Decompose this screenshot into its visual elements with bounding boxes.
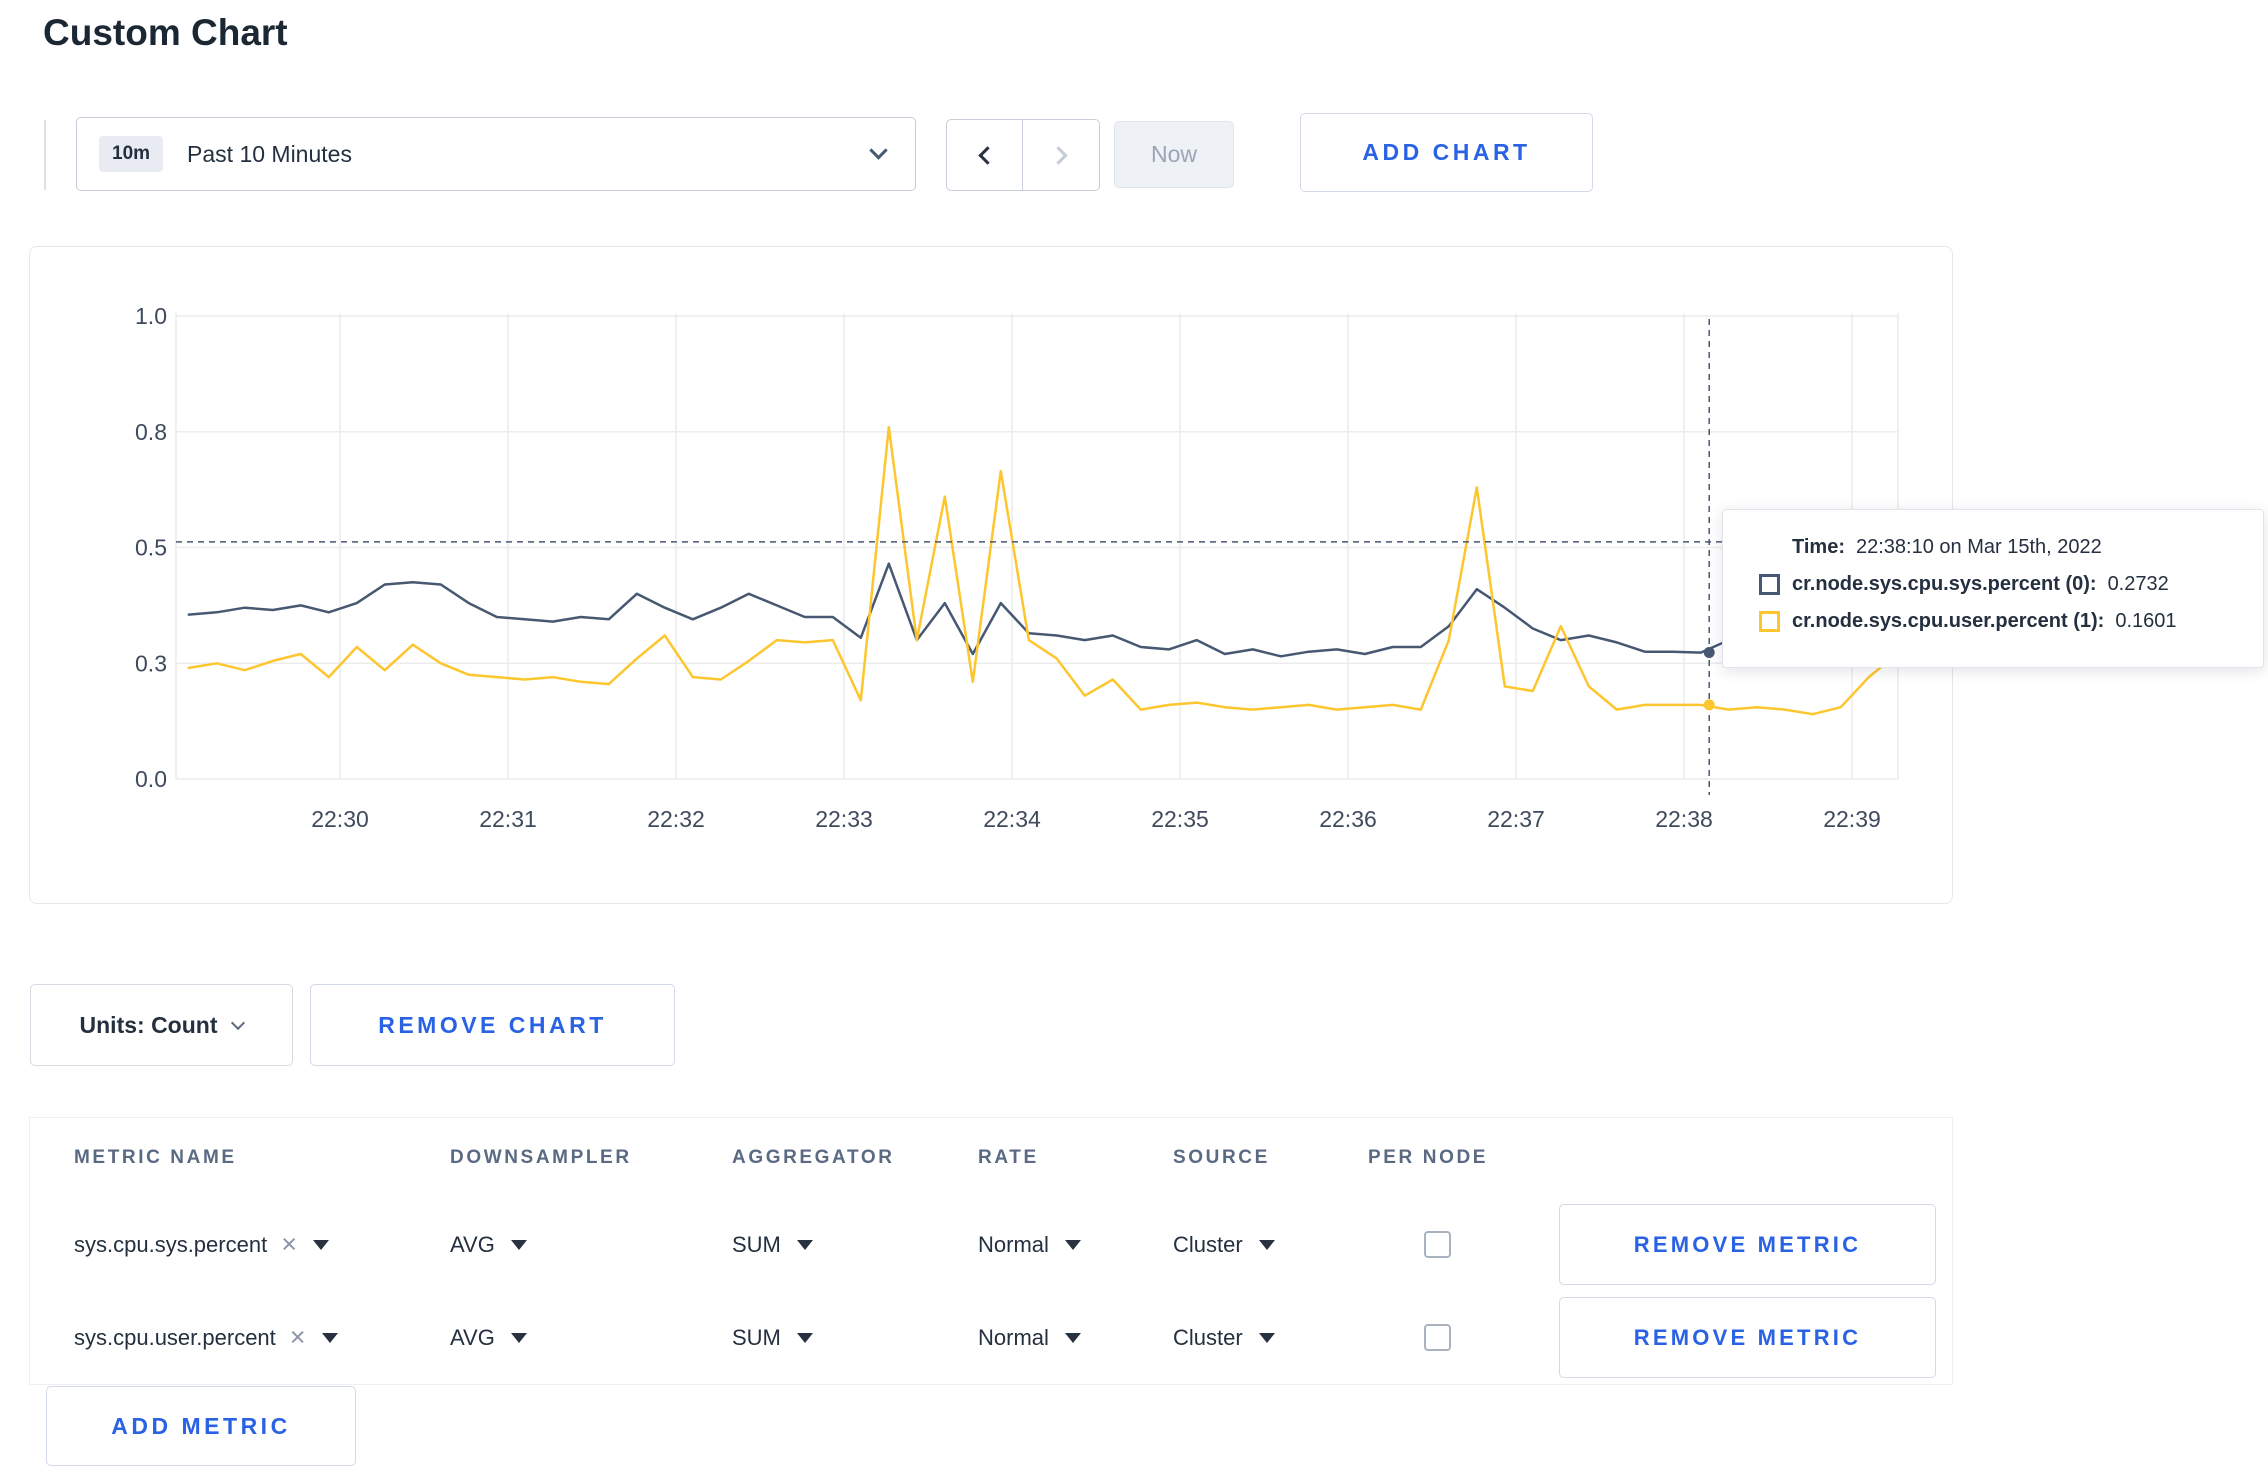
- chevron-down-icon: [231, 1015, 246, 1031]
- remove-metric-button[interactable]: REMOVE METRIC: [1559, 1204, 1936, 1285]
- svg-text:22:37: 22:37: [1487, 806, 1545, 832]
- col-header-metric-name: METRIC NAME: [74, 1147, 237, 1168]
- caret-down-icon: [312, 1239, 329, 1250]
- svg-text:22:38: 22:38: [1655, 806, 1713, 832]
- chevron-left-icon: [977, 145, 997, 165]
- downsampler-select[interactable]: AVG: [450, 1325, 732, 1351]
- metric-name-value: sys.cpu.sys.percent: [74, 1231, 268, 1257]
- col-header-per-node: PER NODE: [1368, 1147, 1489, 1168]
- tooltip-series-row: cr.node.sys.cpu.sys.percent (0): 0.2732: [1759, 573, 2235, 596]
- add-chart-button[interactable]: ADD CHART: [1300, 113, 1593, 192]
- col-header-downsampler: DOWNSAMPLER: [450, 1147, 632, 1168]
- rate-select[interactable]: Normal: [978, 1232, 1173, 1258]
- metric-name-select[interactable]: sys.cpu.sys.percent ×: [74, 1231, 450, 1258]
- svg-text:22:33: 22:33: [815, 806, 873, 832]
- time-range-select[interactable]: 10m Past 10 Minutes: [76, 117, 916, 191]
- svg-text:0.8: 0.8: [135, 419, 167, 445]
- source-value: Cluster: [1173, 1324, 1243, 1350]
- col-header-aggregator: AGGREGATOR: [732, 1147, 895, 1168]
- aggregator-value: SUM: [732, 1324, 781, 1350]
- svg-text:0.0: 0.0: [135, 766, 167, 792]
- caret-down-icon: [1258, 1239, 1275, 1250]
- aggregator-value: SUM: [732, 1231, 781, 1257]
- caret-down-icon: [510, 1239, 527, 1250]
- remove-chart-button[interactable]: REMOVE CHART: [310, 984, 675, 1066]
- per-node-checkbox[interactable]: [1424, 1231, 1451, 1258]
- metric-name-value: sys.cpu.user.percent: [74, 1324, 276, 1350]
- rate-value: Normal: [978, 1324, 1049, 1350]
- time-range-label: Past 10 Minutes: [187, 140, 352, 167]
- time-nav-group: [946, 119, 1100, 191]
- tooltip-series-label: cr.node.sys.cpu.sys.percent (0):: [1792, 573, 2097, 595]
- caret-down-icon: [796, 1332, 813, 1343]
- units-select[interactable]: Units: Count: [30, 984, 293, 1066]
- clear-metric-icon[interactable]: ×: [290, 1324, 306, 1351]
- col-header-source: SOURCE: [1173, 1147, 1270, 1168]
- source-select[interactable]: Cluster: [1173, 1232, 1368, 1258]
- downsampler-value: AVG: [450, 1324, 495, 1350]
- rate-select[interactable]: Normal: [978, 1325, 1173, 1351]
- caret-down-icon: [1064, 1239, 1081, 1250]
- source-select[interactable]: Cluster: [1173, 1325, 1368, 1351]
- caret-down-icon: [510, 1332, 527, 1343]
- aggregator-select[interactable]: SUM: [732, 1325, 978, 1351]
- chart-panel: 0.0 0.3 0.5 0.8 1.0 22:30 22:31 22:32 22:33 22:34…: [29, 246, 1953, 904]
- add-metric-button[interactable]: ADD METRIC: [46, 1386, 356, 1466]
- svg-text:22:35: 22:35: [1151, 806, 1209, 832]
- tooltip-time-label: Time:: [1792, 536, 1845, 558]
- clear-metric-icon[interactable]: ×: [281, 1231, 297, 1258]
- chevron-down-icon: [869, 141, 888, 160]
- per-node-checkbox[interactable]: [1424, 1324, 1451, 1351]
- svg-text:0.3: 0.3: [135, 650, 167, 676]
- now-button[interactable]: Now: [1114, 121, 1234, 188]
- tooltip-time-row: Time: 22:38:10 on Mar 15th, 2022: [1759, 536, 2235, 559]
- tooltip-time-value: 22:38:10 on Mar 15th, 2022: [1855, 536, 2102, 558]
- downsampler-select[interactable]: AVG: [450, 1232, 732, 1258]
- svg-text:22:34: 22:34: [983, 806, 1041, 832]
- caret-down-icon: [1064, 1332, 1081, 1343]
- svg-text:1.0: 1.0: [135, 303, 167, 329]
- time-forward-button[interactable]: [1023, 119, 1100, 191]
- tooltip-series-label: cr.node.sys.cpu.user.percent (1):: [1792, 610, 2105, 632]
- col-header-rate: RATE: [978, 1147, 1039, 1168]
- chart-tooltip: Time: 22:38:10 on Mar 15th, 2022 cr.node…: [1722, 509, 2264, 668]
- tooltip-series-value: 0.2732: [2107, 573, 2169, 595]
- metrics-table-header: METRIC NAME DOWNSAMPLER AGGREGATOR RATE …: [30, 1118, 1952, 1198]
- source-value: Cluster: [1173, 1231, 1243, 1257]
- units-label: Units: Count: [79, 1011, 218, 1038]
- svg-text:22:30: 22:30: [311, 806, 369, 832]
- metric-row: sys.cpu.sys.percent × AVG SUM Normal Clu…: [30, 1198, 1952, 1291]
- chevron-right-icon: [1049, 145, 1068, 165]
- caret-down-icon: [1258, 1332, 1275, 1343]
- custom-chart-page: Custom Chart 10m Past 10 Minutes Now ADD…: [0, 0, 2268, 1478]
- metric-name-select[interactable]: sys.cpu.user.percent ×: [74, 1324, 450, 1351]
- tooltip-series-row: cr.node.sys.cpu.user.percent (1): 0.1601: [1759, 610, 2235, 633]
- metric-row: sys.cpu.user.percent × AVG SUM Normal Cl…: [30, 1291, 1952, 1384]
- aggregator-select[interactable]: SUM: [732, 1232, 978, 1258]
- caret-down-icon: [796, 1239, 813, 1250]
- svg-text:0.5: 0.5: [135, 535, 167, 561]
- series-user-swatch-icon: [1759, 611, 1780, 632]
- svg-text:22:31: 22:31: [479, 806, 537, 832]
- series-sys-swatch-icon: [1759, 574, 1780, 595]
- svg-text:22:36: 22:36: [1319, 806, 1377, 832]
- time-back-button[interactable]: [946, 119, 1023, 191]
- toolbar-divider: [44, 120, 46, 190]
- caret-down-icon: [321, 1332, 338, 1343]
- time-range-badge: 10m: [99, 136, 164, 172]
- metrics-table: METRIC NAME DOWNSAMPLER AGGREGATOR RATE …: [29, 1117, 1953, 1385]
- remove-metric-button[interactable]: REMOVE METRIC: [1559, 1297, 1936, 1378]
- rate-value: Normal: [978, 1231, 1049, 1257]
- time-series-chart[interactable]: 0.0 0.3 0.5 0.8 1.0 22:30 22:31 22:32 22:33 22:34…: [30, 247, 1951, 902]
- tooltip-series-value: 0.1601: [2115, 610, 2177, 632]
- svg-text:22:39: 22:39: [1823, 806, 1881, 832]
- downsampler-value: AVG: [450, 1231, 495, 1257]
- page-title: Custom Chart: [43, 12, 288, 53]
- svg-text:22:32: 22:32: [647, 806, 705, 832]
